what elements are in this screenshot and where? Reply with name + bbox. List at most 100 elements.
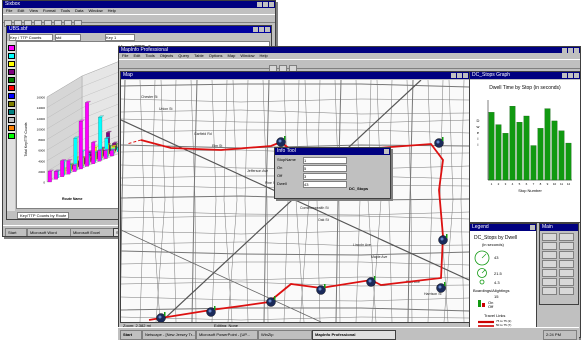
marquee-icon[interactable] bbox=[559, 233, 574, 241]
color-swatch bbox=[8, 109, 15, 115]
layer-icon[interactable] bbox=[542, 287, 557, 295]
legend-icon[interactable] bbox=[542, 278, 557, 286]
menu-file[interactable]: File bbox=[6, 8, 12, 13]
menu-objects[interactable]: Objects bbox=[160, 53, 174, 58]
menu-map[interactable]: Map bbox=[228, 53, 236, 58]
x-tick-label: 9 bbox=[547, 182, 549, 186]
maximize-icon[interactable] bbox=[568, 73, 573, 78]
dwell-bar bbox=[509, 106, 516, 181]
x-tick-label: 11 bbox=[560, 182, 563, 186]
close-icon[interactable] bbox=[269, 2, 274, 7]
maximize-icon[interactable] bbox=[568, 48, 573, 53]
menu-window[interactable]: Window bbox=[240, 53, 254, 58]
chart-doc-titlebar[interactable]: UBS.sbf bbox=[7, 26, 271, 33]
menu-format[interactable]: Format bbox=[43, 8, 56, 13]
menu-table[interactable]: Table bbox=[194, 53, 204, 58]
bus-stop[interactable] bbox=[316, 284, 326, 295]
bus-stop[interactable] bbox=[156, 312, 166, 322]
ruler-icon[interactable] bbox=[559, 269, 574, 277]
minimize-icon[interactable] bbox=[562, 48, 567, 53]
close-icon[interactable] bbox=[265, 27, 270, 32]
chart-name-combo[interactable]: Key / TTP Counts bbox=[9, 34, 53, 41]
zoom-in-icon[interactable] bbox=[542, 251, 557, 259]
bus-stop[interactable] bbox=[436, 282, 446, 293]
minimize-icon[interactable] bbox=[562, 73, 567, 78]
menu-query[interactable]: Query bbox=[178, 53, 189, 58]
graph-titlebar[interactable]: DC_Stops Graph bbox=[470, 72, 580, 79]
close-icon[interactable] bbox=[463, 73, 468, 78]
menu-help[interactable]: Help bbox=[260, 53, 268, 58]
menu-edit[interactable]: Edit bbox=[133, 53, 140, 58]
bus-stop[interactable] bbox=[276, 136, 286, 147]
mapinfo-titlebar[interactable]: MapInfo Professional bbox=[119, 47, 580, 53]
street-label: Lincoln Ave bbox=[353, 243, 371, 247]
color-swatch bbox=[8, 125, 15, 131]
zoom-out-icon[interactable] bbox=[559, 251, 574, 259]
info-tool-titlebar[interactable]: Info Tool bbox=[275, 148, 390, 155]
y-tick-label: 6000 bbox=[38, 149, 45, 153]
minimize-icon[interactable] bbox=[451, 73, 456, 78]
field-value[interactable]: 3 bbox=[303, 173, 347, 180]
close-icon[interactable] bbox=[574, 48, 579, 53]
select-icon[interactable] bbox=[542, 233, 557, 241]
info-icon[interactable] bbox=[559, 260, 574, 268]
menu-tools[interactable]: Tools bbox=[145, 53, 154, 58]
bus-stop[interactable] bbox=[438, 234, 448, 245]
mapinfo-title: MapInfo Professional bbox=[121, 47, 168, 53]
minimize-icon[interactable] bbox=[257, 2, 262, 7]
maximize-icon[interactable] bbox=[457, 73, 462, 78]
field-value[interactable]: 1 bbox=[303, 157, 347, 164]
style-combo[interactable]: std bbox=[55, 34, 81, 41]
field-value[interactable]: 5 bbox=[303, 165, 347, 172]
map-window-titlebar[interactable]: Map bbox=[121, 72, 469, 79]
graph-icon[interactable] bbox=[559, 278, 574, 286]
color-swatch bbox=[8, 93, 15, 99]
menu-file[interactable]: File bbox=[122, 53, 128, 58]
street-grid bbox=[121, 79, 469, 322]
label-icon[interactable] bbox=[542, 269, 557, 277]
chart-app-title: Sixbox bbox=[5, 1, 21, 7]
graph-window: DC_Stops Graph Dwell Time by Stop (in se… bbox=[469, 71, 580, 223]
polygon-select-icon[interactable] bbox=[559, 242, 574, 250]
maximize-icon[interactable] bbox=[263, 2, 268, 7]
menu-view[interactable]: View bbox=[29, 8, 38, 13]
bus-stop[interactable] bbox=[434, 137, 444, 148]
legend-titlebar[interactable]: Legend bbox=[470, 224, 536, 231]
bus-stop[interactable] bbox=[206, 306, 216, 317]
close-icon[interactable] bbox=[574, 73, 579, 78]
dwell-circle-medium bbox=[477, 268, 487, 278]
street-map[interactable]: Chester St Garfield Rd Jefferson Ave Common… bbox=[121, 79, 469, 322]
circle-value-large: 43 bbox=[494, 255, 499, 260]
map-canvas[interactable]: Chester St Garfield Rd Jefferson Ave Common… bbox=[121, 79, 469, 322]
color-swatch bbox=[8, 117, 15, 123]
taskbar-item[interactable]: Microsoft Excel bbox=[70, 228, 114, 236]
field-value[interactable]: 43 bbox=[303, 181, 347, 188]
menu-help[interactable]: Help bbox=[108, 8, 116, 13]
menu-window[interactable]: Window bbox=[88, 8, 102, 13]
palette-titlebar[interactable]: Main bbox=[540, 224, 578, 231]
close-icon[interactable] bbox=[530, 225, 535, 230]
dwell-circle-large bbox=[474, 250, 490, 266]
y-axis-label: Total Key/TTP Counts bbox=[24, 122, 28, 156]
menu-options[interactable]: Options bbox=[209, 53, 223, 58]
radius-icon[interactable] bbox=[542, 242, 557, 250]
key-combo[interactable]: Key 1 bbox=[105, 34, 135, 41]
menu-edit[interactable]: Edit bbox=[17, 8, 24, 13]
sheet-tab[interactable]: Key/TTP Counts by Route bbox=[17, 212, 70, 219]
start-button[interactable]: Start bbox=[5, 228, 27, 236]
menu-tools[interactable]: Tools bbox=[61, 8, 70, 13]
minimize-icon[interactable] bbox=[253, 27, 258, 32]
bus-stop[interactable] bbox=[366, 276, 376, 287]
maximize-icon[interactable] bbox=[259, 27, 264, 32]
dwell-bar bbox=[544, 108, 551, 181]
chart-app-titlebar[interactable]: Sixbox bbox=[3, 1, 275, 8]
circle-value-medium: 21.5 bbox=[494, 271, 502, 276]
hotlink-icon[interactable] bbox=[559, 287, 574, 295]
close-icon[interactable] bbox=[384, 149, 389, 154]
taskbar-item[interactable]: Microsoft Word bbox=[27, 228, 71, 236]
circle-value-small: 4.3 bbox=[494, 280, 500, 285]
grabber-icon[interactable] bbox=[542, 260, 557, 268]
chart-app-toolbar bbox=[3, 14, 275, 28]
legend-window: Legend DC_Stops by Dwell (in seconds) 43… bbox=[469, 223, 537, 335]
menu-data[interactable]: Data bbox=[75, 8, 83, 13]
